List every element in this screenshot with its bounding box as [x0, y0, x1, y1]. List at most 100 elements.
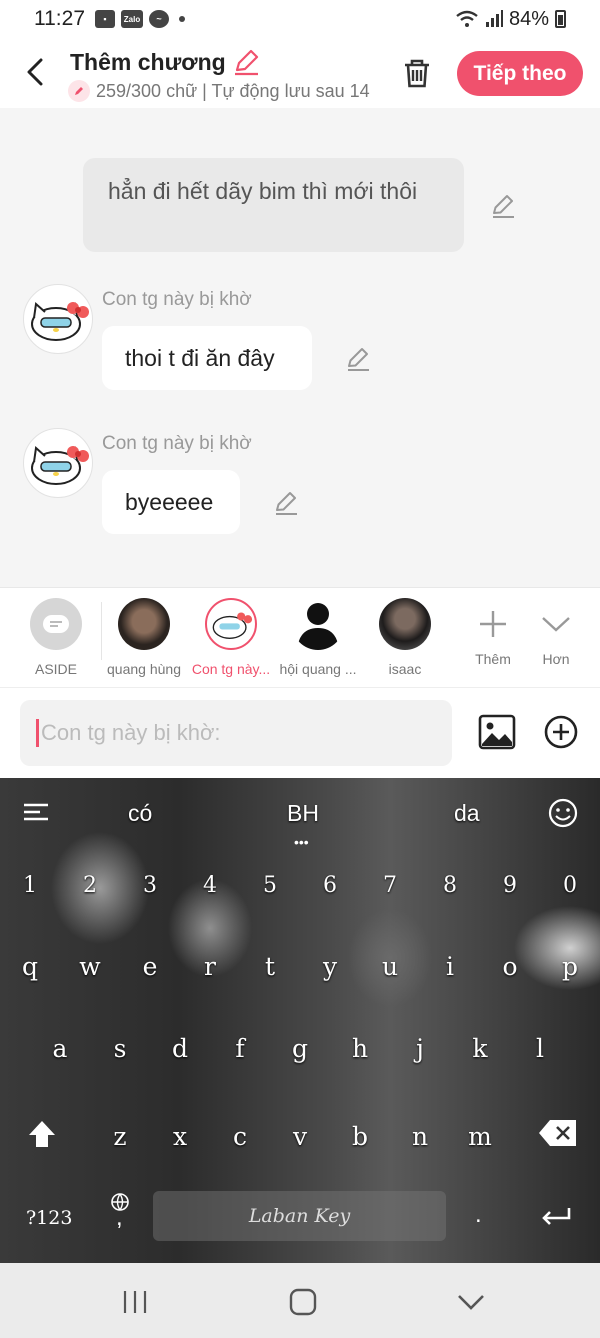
- avatar[interactable]: [23, 284, 93, 354]
- composer: Con tg này bị khờ:: [0, 688, 600, 778]
- key-6[interactable]: 6: [305, 873, 355, 898]
- key-l[interactable]: l: [515, 1034, 565, 1063]
- pencil-icon: [234, 49, 258, 76]
- more-label: Hơn: [542, 651, 570, 667]
- back-button[interactable]: [18, 52, 52, 92]
- chevron-down-icon: [530, 598, 582, 650]
- key-y[interactable]: y: [305, 952, 355, 981]
- character-label: hội quang ...: [279, 661, 357, 677]
- backspace-icon[interactable]: [538, 1119, 578, 1147]
- key-d[interactable]: d: [155, 1034, 205, 1063]
- speaker-name: Con tg này bị khờ: [102, 433, 252, 454]
- wifi-icon: [456, 10, 478, 27]
- silhouette-avatar-icon: [292, 598, 344, 650]
- key-4[interactable]: 4: [185, 873, 235, 898]
- suggestion[interactable]: da: [454, 800, 480, 827]
- gallery-icon: ▪: [95, 10, 115, 28]
- keyboard: có BH ••• da 1 2 3 4 5 6 7 8 9 0 q w e r…: [0, 778, 600, 1263]
- more-suggestions-icon[interactable]: •••: [294, 834, 309, 850]
- add-circle-icon[interactable]: [543, 714, 579, 750]
- back-nav-icon[interactable]: [456, 1287, 486, 1317]
- key-f[interactable]: f: [215, 1034, 265, 1063]
- image-icon[interactable]: [478, 714, 516, 750]
- status-bar: 11:27 ▪ Zalo ~ 84%: [0, 0, 600, 38]
- key-0[interactable]: 0: [545, 873, 595, 898]
- avatar[interactable]: [23, 428, 93, 498]
- key-2[interactable]: 2: [65, 873, 115, 898]
- character-hoi-quang[interactable]: hội quang ...: [275, 598, 361, 677]
- key-x[interactable]: x: [155, 1122, 205, 1151]
- key-n[interactable]: n: [395, 1122, 445, 1151]
- suggestion[interactable]: có: [128, 800, 152, 827]
- message-bubble[interactable]: thoi t đi ăn đây: [102, 326, 312, 390]
- key-r[interactable]: r: [185, 952, 235, 981]
- key-k[interactable]: k: [455, 1034, 505, 1063]
- menu-icon[interactable]: [23, 802, 49, 822]
- home-icon[interactable]: [288, 1287, 318, 1317]
- key-7[interactable]: 7: [365, 873, 415, 898]
- notification-dot-icon: [179, 16, 185, 22]
- symbols-key[interactable]: ?123: [26, 1207, 72, 1229]
- character-label: ASIDE: [34, 661, 77, 677]
- key-v[interactable]: v: [275, 1122, 325, 1151]
- narration-bubble[interactable]: hẳn đi hết dãy bim thì mới thôi: [83, 158, 464, 252]
- edit-icon[interactable]: [490, 193, 516, 219]
- signal-icon: [485, 10, 503, 27]
- key-5[interactable]: 5: [245, 873, 295, 898]
- key-h[interactable]: h: [335, 1034, 385, 1063]
- shift-icon[interactable]: [27, 1119, 57, 1149]
- trash-icon[interactable]: [400, 56, 434, 90]
- key-9[interactable]: 9: [485, 873, 535, 898]
- key-w[interactable]: w: [65, 952, 115, 981]
- key-j[interactable]: j: [395, 1034, 445, 1063]
- battery-percent: 84%: [508, 7, 549, 30]
- enter-icon[interactable]: [541, 1206, 571, 1226]
- key-z[interactable]: z: [95, 1122, 145, 1151]
- character-aside[interactable]: ASIDE: [13, 598, 99, 677]
- suggestion[interactable]: BH: [287, 800, 319, 827]
- character-isaac[interactable]: isaac: [362, 598, 448, 677]
- key-3[interactable]: 3: [125, 873, 175, 898]
- space-key[interactable]: Laban Key: [153, 1191, 446, 1241]
- character-quang-hung[interactable]: quang hùng: [101, 598, 187, 677]
- edit-icon[interactable]: [345, 346, 371, 372]
- messenger-icon: ~: [149, 10, 169, 28]
- message-bubble[interactable]: byeeeee: [102, 470, 240, 534]
- key-u[interactable]: u: [365, 952, 415, 981]
- key-o[interactable]: o: [485, 952, 535, 981]
- key-i[interactable]: i: [425, 952, 475, 981]
- key-c[interactable]: c: [215, 1122, 265, 1151]
- key-e[interactable]: e: [125, 952, 175, 981]
- text-caret: [36, 719, 39, 747]
- system-nav-bar: [0, 1263, 600, 1338]
- more-characters-button[interactable]: Hơn: [513, 598, 599, 667]
- key-8[interactable]: 8: [425, 873, 475, 898]
- next-button[interactable]: Tiếp theo: [457, 51, 583, 96]
- character-label: Con tg này...: [191, 661, 271, 677]
- character-con-tg[interactable]: Con tg này...: [188, 598, 274, 677]
- key-m[interactable]: m: [455, 1122, 505, 1151]
- message-input[interactable]: Con tg này bị khờ:: [20, 700, 452, 766]
- key-q[interactable]: q: [5, 952, 55, 981]
- key-a[interactable]: a: [35, 1034, 85, 1063]
- page-title: Thêm chương: [70, 48, 226, 75]
- status-time: 11:27: [34, 7, 85, 30]
- character-selector: ASIDE quang hùng Con tg này... hội quang…: [0, 587, 600, 688]
- key-g[interactable]: g: [275, 1034, 325, 1063]
- key-p[interactable]: p: [545, 952, 595, 981]
- recents-icon[interactable]: [120, 1287, 150, 1317]
- edit-icon[interactable]: [273, 490, 299, 516]
- hello-kitty-avatar-icon: [205, 598, 257, 650]
- comma-key[interactable]: ,: [116, 1204, 123, 1232]
- period-key[interactable]: .: [475, 1201, 482, 1229]
- key-1[interactable]: 1: [5, 873, 55, 898]
- key-b[interactable]: b: [335, 1122, 385, 1151]
- key-t[interactable]: t: [245, 952, 295, 981]
- character-label: quang hùng: [107, 661, 181, 677]
- emoji-icon[interactable]: [548, 798, 578, 828]
- chevron-left-icon: [27, 58, 43, 86]
- key-s[interactable]: s: [95, 1034, 145, 1063]
- avatar: [118, 598, 170, 650]
- chapter-title[interactable]: Thêm chương: [70, 48, 260, 76]
- hello-kitty-avatar-icon: [31, 302, 89, 341]
